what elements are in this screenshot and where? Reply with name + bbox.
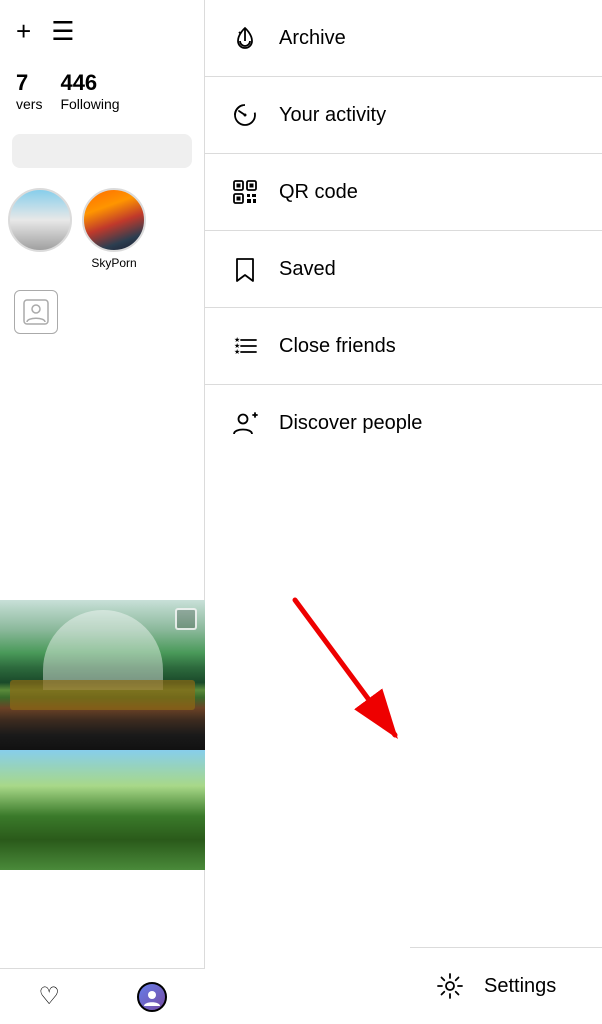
menu-button[interactable]: ☰ (51, 18, 74, 44)
photo-icon-area (0, 280, 204, 344)
svg-text:★: ★ (234, 348, 240, 356)
profile-avatar-nav[interactable] (137, 982, 167, 1012)
search-box[interactable] (12, 134, 192, 168)
settings-label: Settings (484, 975, 556, 998)
qr-code-label: QR code (279, 181, 358, 204)
settings-icon (434, 970, 466, 1002)
menu-item-saved[interactable]: Saved (205, 231, 602, 307)
followers-stat: 7 vers (16, 70, 42, 112)
top-icons-bar: + ☰ (0, 0, 204, 54)
followers-label: vers (16, 96, 42, 112)
photo-person-icon (14, 290, 58, 334)
archive-label: Archive (279, 27, 346, 50)
following-stat[interactable]: 446 Following (60, 70, 119, 112)
menu-item-close-friends[interactable]: ★ ★ ★ Close friends (205, 308, 602, 384)
right-panel: Archive Your activity (205, 0, 602, 1024)
following-label: Following (60, 96, 119, 112)
discover-people-label: Discover people (279, 412, 422, 435)
menu-item-qr-code[interactable]: QR code (205, 154, 602, 230)
discover-people-icon (229, 407, 261, 439)
story-label-skyporn: SkyPorn (91, 256, 136, 270)
stats-row: 7 vers 446 Following (0, 54, 204, 120)
close-friends-label: Close friends (279, 335, 396, 358)
following-number: 446 (60, 70, 97, 96)
archive-icon (229, 22, 261, 54)
followers-number: 7 (16, 70, 28, 96)
story-avatar-landscape (8, 188, 72, 252)
saved-label: Saved (279, 258, 336, 281)
story-avatar-sunset (82, 188, 146, 252)
qr-code-icon (229, 176, 261, 208)
saved-icon (229, 253, 261, 285)
menu-item-discover-people[interactable]: Discover people (205, 385, 602, 461)
story-item-landscape[interactable] (8, 188, 72, 270)
story-item-skyporn[interactable]: SkyPorn (82, 188, 146, 270)
menu-item-archive[interactable]: Archive (205, 0, 602, 76)
bottom-nav: ♡ (0, 968, 205, 1024)
photo-card-2[interactable] (0, 750, 205, 870)
close-friends-icon: ★ ★ ★ (229, 330, 261, 362)
settings-item[interactable]: Settings (410, 947, 602, 1024)
add-button[interactable]: + (16, 18, 31, 44)
your-activity-label: Your activity (279, 104, 386, 127)
menu-item-your-activity[interactable]: Your activity (205, 77, 602, 153)
stories-row: SkyPorn (0, 178, 204, 280)
left-panel: + ☰ 7 vers 446 Following SkyPorn (0, 0, 205, 1024)
photo-grid (0, 600, 205, 870)
photo-card-1[interactable] (0, 600, 205, 750)
your-activity-icon (229, 99, 261, 131)
heart-button[interactable]: ♡ (38, 982, 60, 1011)
